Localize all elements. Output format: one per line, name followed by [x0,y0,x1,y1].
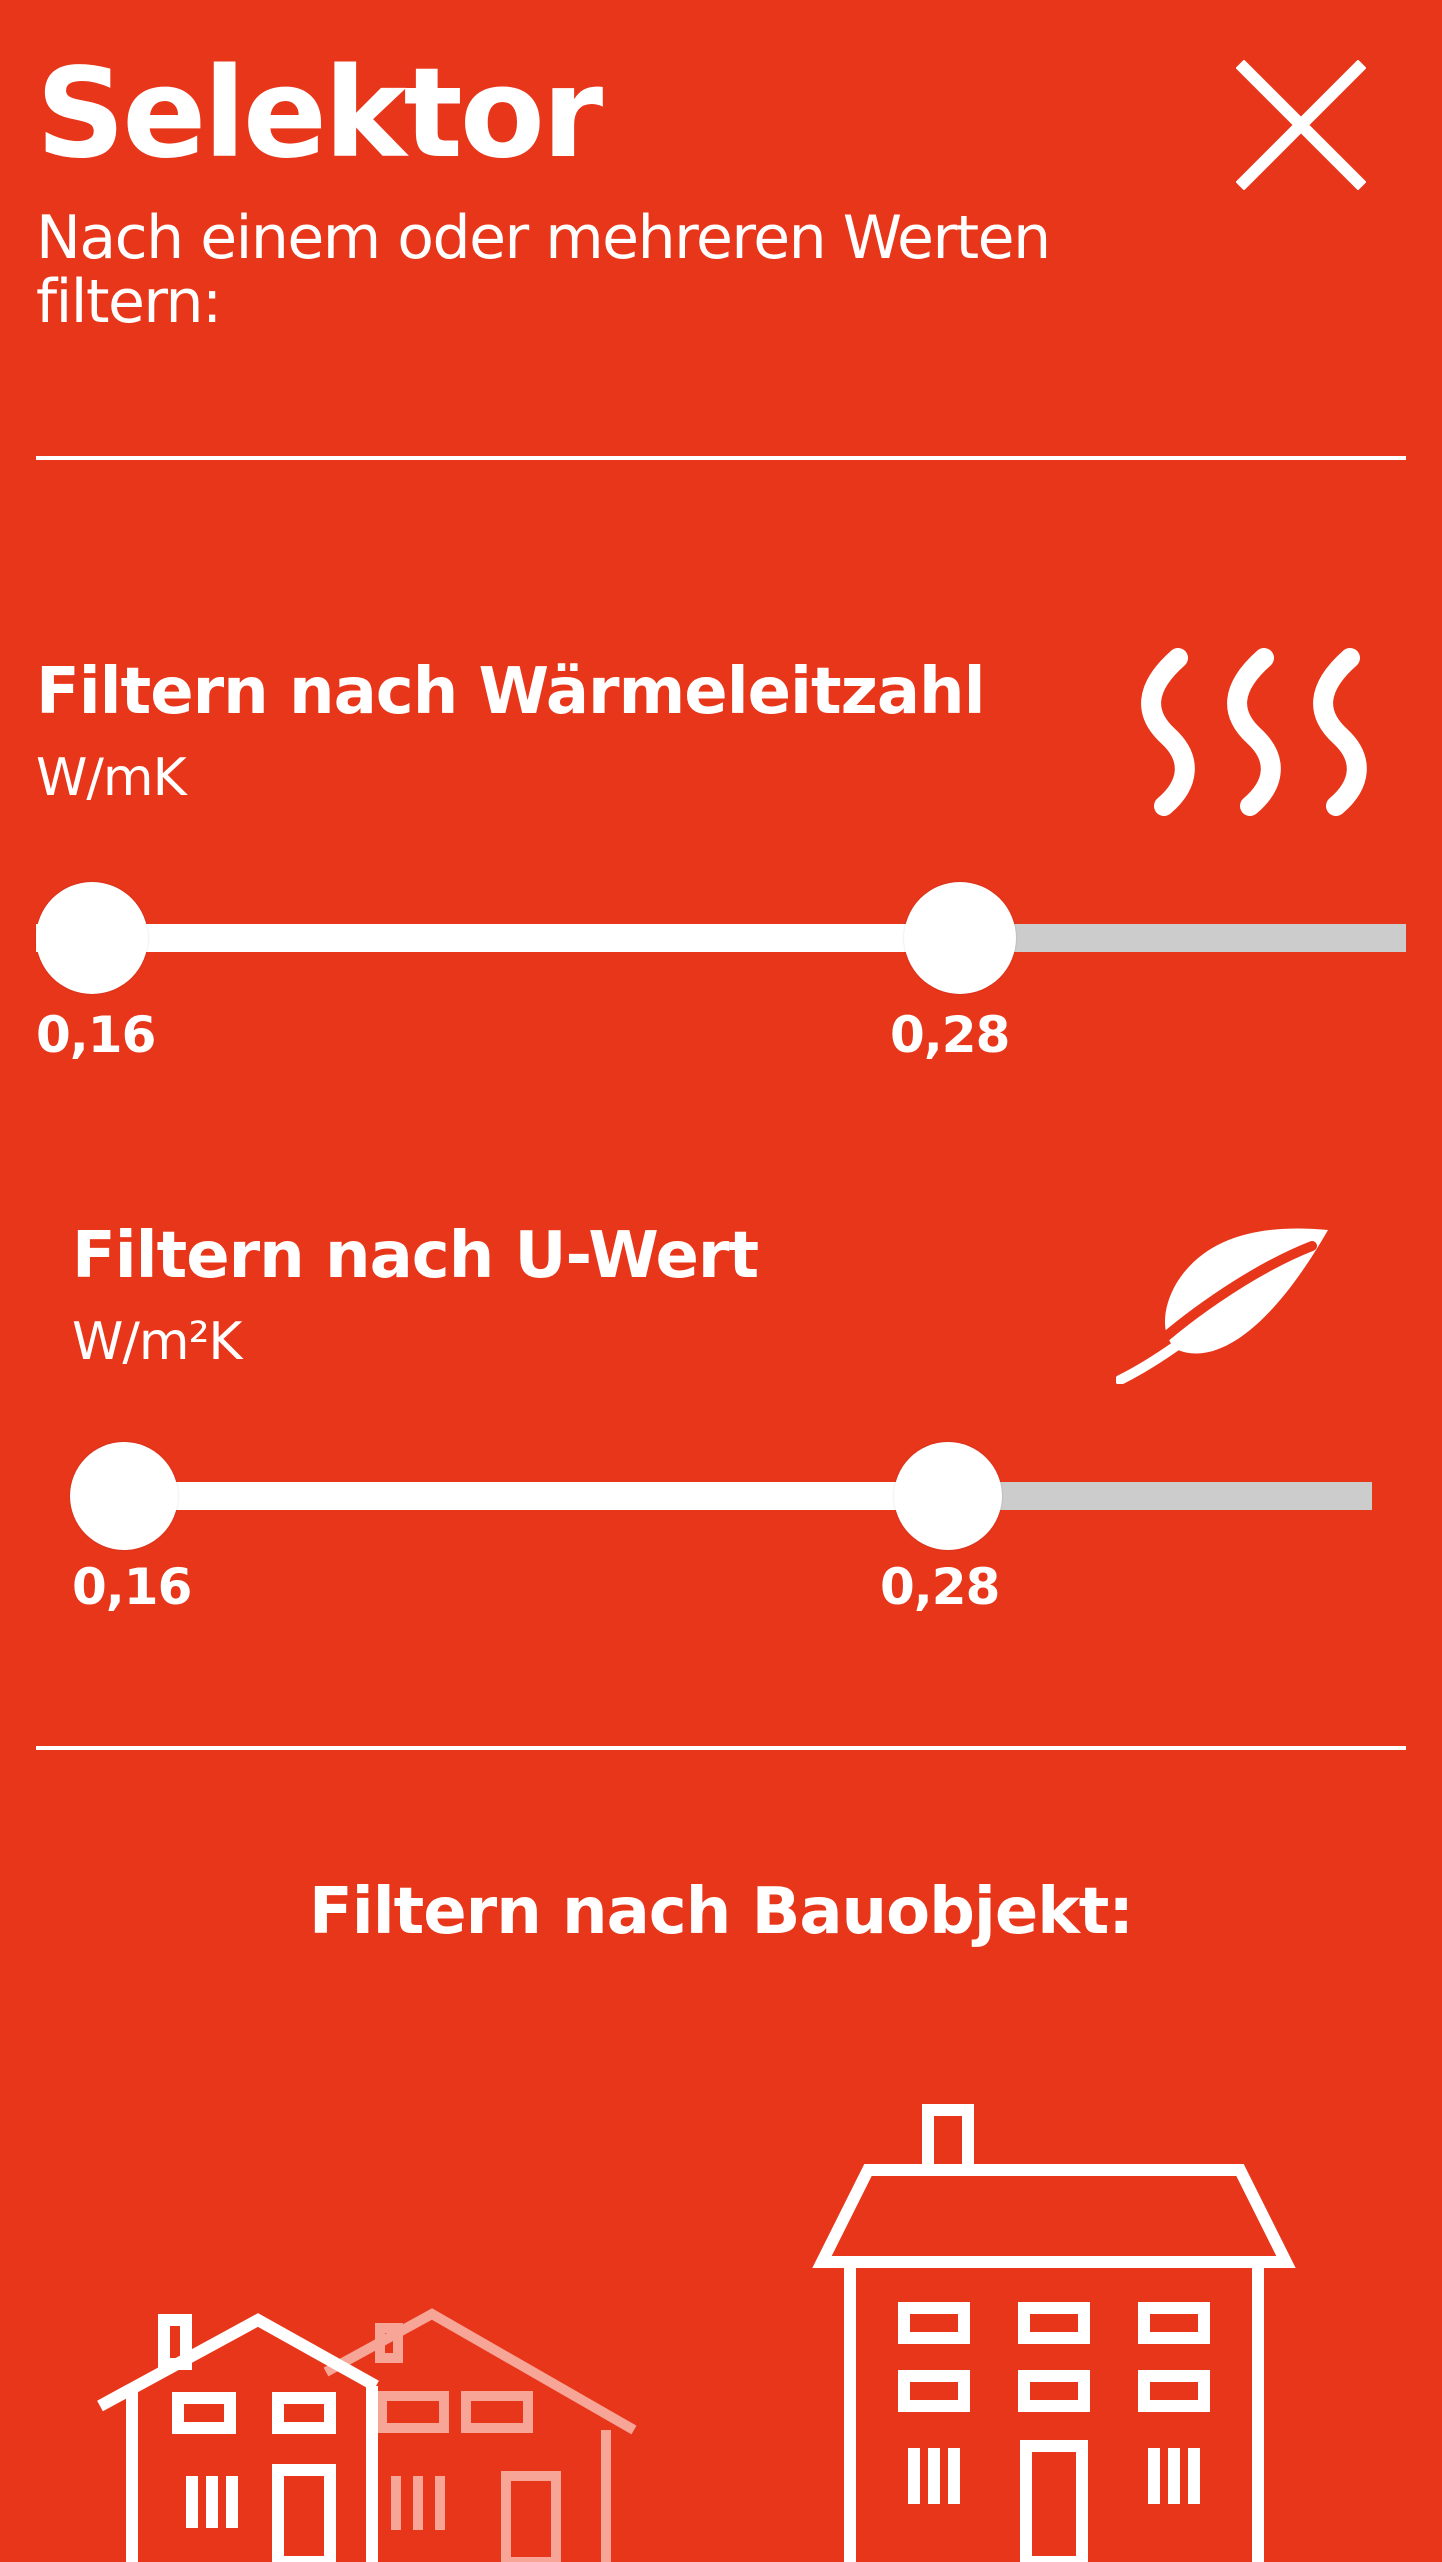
building-option-terraced-houses[interactable] [96,2300,644,2562]
filter-title: Filtern nach U-Wert [72,1219,759,1293]
range-slider-max-thumb[interactable] [904,882,1016,994]
range-slider-min-thumb[interactable] [70,1442,178,1550]
terraced-houses-icon [97,2308,637,2562]
close-button[interactable] [1235,59,1367,191]
filter-unit: W/mK [36,748,187,808]
leaf-icon [1116,1228,1328,1384]
filter-unit: W/m²K [72,1312,243,1372]
range-min-value: 0,16 [36,1006,156,1064]
close-icon [1235,59,1367,191]
range-slider-track[interactable] [72,1482,1372,1510]
range-max-value: 0,28 [880,1558,1000,1616]
selector-panel: Selektor Nach einem oder mehreren Werten… [0,0,1442,2562]
apartment-building-icon [812,2104,1296,2562]
filter-title: Filtern nach Wärmeleitzahl [36,655,985,729]
page-title: Selektor [36,42,603,186]
heat-waves-icon [1141,648,1367,816]
range-slider-fill [36,924,995,952]
section-divider [36,1746,1406,1750]
range-max-value: 0,28 [890,1006,1010,1064]
range-min-value: 0,16 [72,1558,192,1616]
range-slider-min-thumb[interactable] [36,882,148,994]
building-filter-title: Filtern nach Bauobjekt: [309,1875,1134,1949]
range-slider-track[interactable] [36,924,1406,952]
header-divider [36,456,1406,460]
range-slider-max-thumb[interactable] [894,1442,1002,1550]
range-slider-fill [72,1482,982,1510]
page-subtitle: Nach einem oder mehreren Werten filtern: [36,203,1051,337]
building-option-apartment-building[interactable] [812,2104,1296,2562]
